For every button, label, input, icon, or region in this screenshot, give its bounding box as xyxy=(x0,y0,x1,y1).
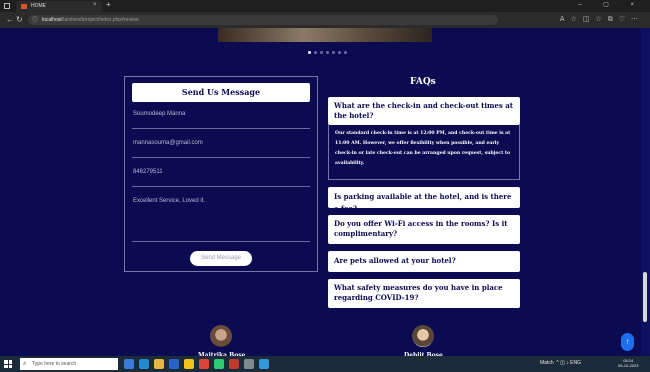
scrollbar-thumb[interactable] xyxy=(643,272,647,322)
faq-answer-checkin: Our standard check-in time is at 12:00 P… xyxy=(328,125,520,180)
carousel-dot[interactable] xyxy=(314,51,317,54)
carousel-dot[interactable] xyxy=(326,51,329,54)
site-info-icon[interactable]: ⓘ xyxy=(32,15,38,24)
start-icon[interactable] xyxy=(4,360,12,368)
tab-close-icon[interactable]: × xyxy=(93,2,97,8)
back-icon[interactable]: ← xyxy=(6,15,14,24)
window-menu-icon[interactable] xyxy=(4,3,10,9)
new-tab-button[interactable]: + xyxy=(106,0,111,9)
carousel-dot[interactable] xyxy=(308,51,311,54)
whatsapp-icon[interactable] xyxy=(214,359,224,369)
taskbar-search-input[interactable]: ⌕ Type here to search xyxy=(20,358,118,370)
window-controls[interactable]: – ▢ × xyxy=(578,1,644,8)
app-icon[interactable] xyxy=(229,359,239,369)
search-icon: ⌕ xyxy=(23,361,27,367)
app-icon[interactable] xyxy=(184,359,194,369)
url-input[interactable]: ⓘ localhost/landvest/project/index.php#r… xyxy=(28,15,498,25)
edge-icon[interactable] xyxy=(139,359,149,369)
browser-tab-strip: HOME × + – ▢ × xyxy=(0,0,650,12)
file-explorer-icon[interactable] xyxy=(154,359,164,369)
windows-taskbar: ⌕ Type here to search Match ^ ◫ ♪ ENG 08… xyxy=(0,356,650,372)
send-message-button[interactable]: Send Message xyxy=(190,251,252,266)
back-to-top-button[interactable]: ↑ xyxy=(621,333,634,351)
browser-toolbar-icons[interactable]: A☆◫☆⧉♡⋯ xyxy=(560,15,644,24)
hero-image xyxy=(218,28,432,42)
email-field[interactable]: mannasouma@gmail.com xyxy=(132,140,310,158)
language-label: ENG xyxy=(570,360,581,366)
weather-label: Match xyxy=(540,360,554,366)
faq-question-checkin[interactable]: What are the check-in and check-out time… xyxy=(328,97,520,125)
chrome-icon[interactable] xyxy=(199,359,209,369)
carousel-dots[interactable] xyxy=(308,51,347,54)
name-field[interactable]: Soumodeep Manna xyxy=(132,111,310,129)
refresh-icon[interactable]: ↻ xyxy=(16,15,23,24)
favicon-icon xyxy=(21,4,27,9)
address-bar-row: ← ↻ ⓘ localhost/landvest/project/index.p… xyxy=(0,12,650,28)
faq-question-wifi[interactable]: Do you offer Wi-Fi access in the rooms? … xyxy=(328,215,520,244)
task-view-icon[interactable] xyxy=(124,359,134,369)
faq-question-covid[interactable]: What safety measures do you have in plac… xyxy=(328,279,520,308)
system-clock[interactable]: 08:24 06-10-2023 xyxy=(618,358,638,368)
taskbar-apps xyxy=(124,359,269,369)
system-tray[interactable]: Match ^ ◫ ♪ ENG xyxy=(540,360,581,366)
contact-form: Send Us Message Soumodeep Manna mannasou… xyxy=(124,76,318,272)
carousel-dot[interactable] xyxy=(320,51,323,54)
form-title: Send Us Message xyxy=(132,83,310,102)
carousel-dot[interactable] xyxy=(344,51,347,54)
phone-field[interactable]: 846279511 xyxy=(132,169,310,187)
carousel-dot[interactable] xyxy=(332,51,335,54)
avatar xyxy=(210,325,232,347)
tab-title: HOME xyxy=(31,3,46,9)
search-placeholder: Type here to search xyxy=(32,361,77,367)
carousel-dot[interactable] xyxy=(338,51,341,54)
avatar xyxy=(412,325,434,347)
browser-tab[interactable]: HOME × xyxy=(16,1,102,12)
message-field[interactable]: Excellent Service, Loved it. xyxy=(132,198,310,242)
app-icon[interactable] xyxy=(244,359,254,369)
faq-question-parking[interactable]: Is parking available at the hotel, and i… xyxy=(328,187,520,213)
faq-title: FAQs xyxy=(410,77,436,87)
vscode-icon[interactable] xyxy=(259,359,269,369)
url-text: localhost/landvest/project/index.php#rev… xyxy=(42,17,139,23)
clock-date: 06-10-2023 xyxy=(618,363,639,368)
store-icon[interactable] xyxy=(169,359,179,369)
faq-question-pets[interactable]: Are pets allowed at your hotel? xyxy=(328,251,520,272)
